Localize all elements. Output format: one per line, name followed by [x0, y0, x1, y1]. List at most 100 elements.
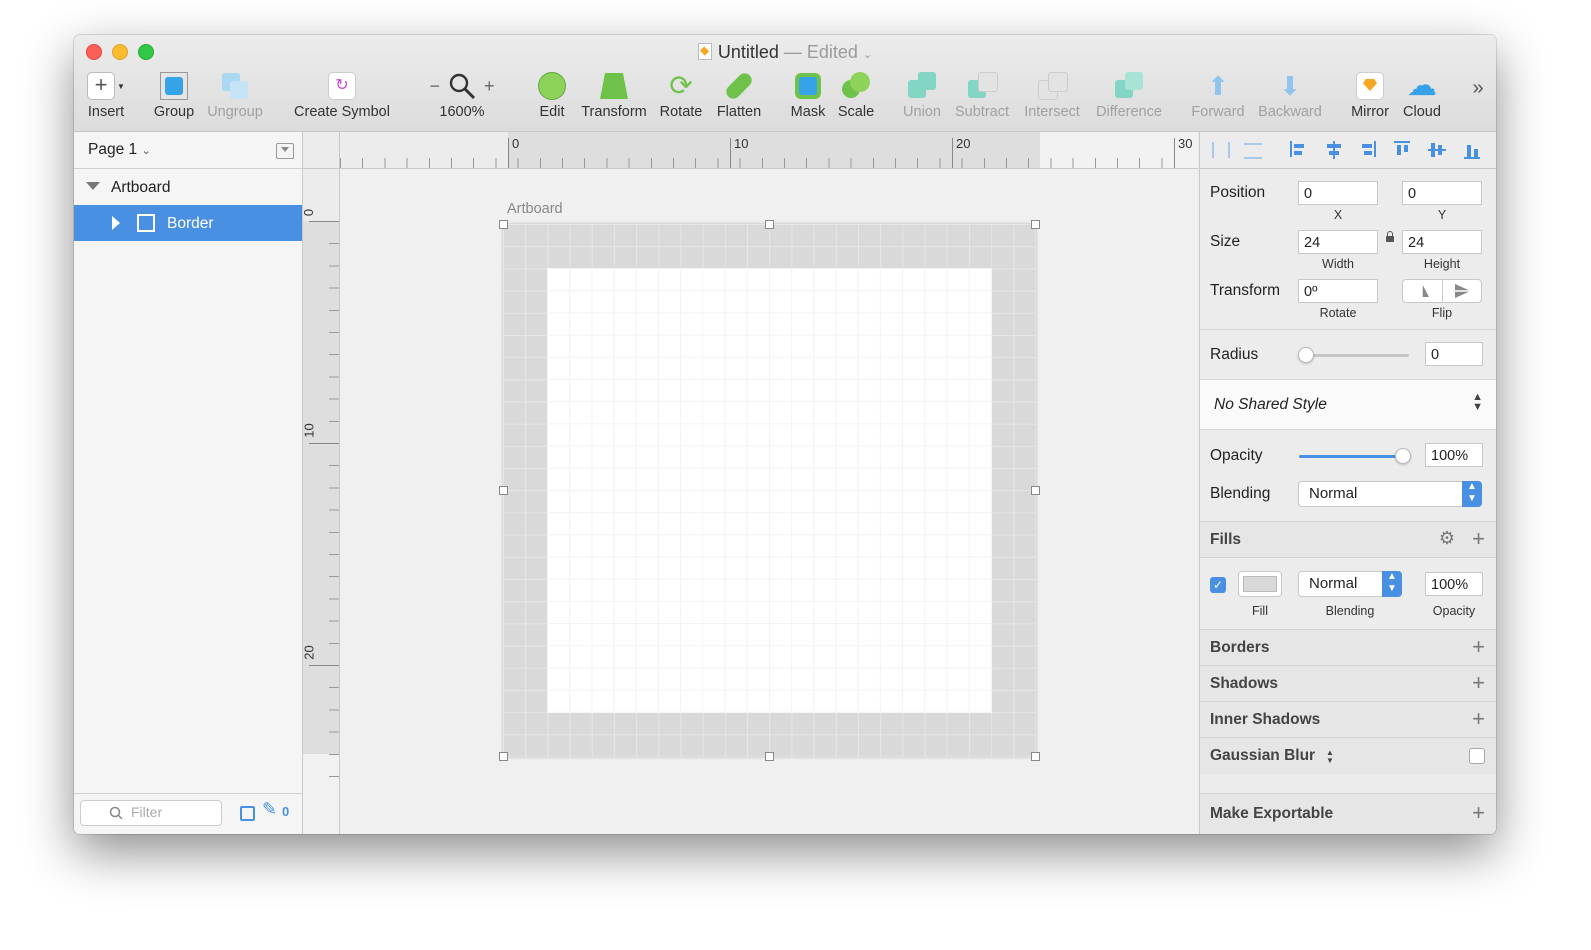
scale-button[interactable]: Scale — [836, 71, 876, 120]
zoom-out-button[interactable]: − — [429, 76, 440, 97]
zoom-in-button[interactable]: + — [484, 76, 495, 97]
position-y-field[interactable]: 0 — [1402, 181, 1482, 205]
resize-handle[interactable] — [1031, 486, 1040, 495]
fill-checkbox[interactable]: ✓ — [1210, 577, 1226, 593]
align-right-icon[interactable] — [1360, 141, 1376, 157]
mirror-button[interactable]: Mirror — [1348, 71, 1392, 120]
up-down-chevron-icon: ▲ ▼ — [1462, 481, 1482, 507]
add-border-button[interactable]: + — [1472, 636, 1485, 658]
toolbar-overflow-button[interactable]: » — [1466, 77, 1490, 100]
flip-vertical-icon[interactable] — [1455, 284, 1469, 298]
blending-value: Normal — [1309, 485, 1358, 502]
flip-horizontal-icon[interactable] — [1415, 285, 1429, 297]
fill-color-swatch[interactable] — [1238, 571, 1282, 597]
forward-label: Forward — [1191, 104, 1245, 120]
ruler-label: 10 — [734, 136, 749, 151]
window-title[interactable]: Untitled — Edited ⌄ — [74, 42, 1496, 63]
brush-filter-icon[interactable]: ✎ — [262, 799, 277, 820]
opacity-slider[interactable] — [1299, 455, 1403, 458]
resize-handle[interactable] — [765, 752, 774, 761]
flatten-button[interactable]: Flatten — [712, 70, 766, 120]
create-symbol-button[interactable]: ↻ Create Symbol — [290, 71, 394, 120]
distribute-vertical-icon[interactable] — [1244, 143, 1262, 159]
edit-button[interactable]: Edit — [532, 71, 572, 120]
resize-handle[interactable] — [499, 752, 508, 761]
shared-style-selector[interactable]: No Shared Style ▲ ▼ — [1200, 379, 1496, 430]
cloud-button[interactable]: ☁ Cloud — [1400, 71, 1444, 121]
resize-handle[interactable] — [1031, 752, 1040, 761]
position-x-field[interactable]: 0 — [1298, 181, 1378, 205]
transform-button[interactable]: Transform — [578, 71, 650, 120]
sketch-mirror-icon — [1356, 72, 1384, 100]
union-button[interactable]: Union — [900, 71, 944, 120]
insert-button[interactable]: + ▼ Insert — [82, 71, 130, 120]
layer-border[interactable]: Border — [74, 205, 302, 241]
canvas[interactable]: Artboard — [340, 169, 1198, 834]
opacity-field[interactable]: 100% — [1425, 443, 1483, 467]
layer-artboard[interactable]: Artboard — [74, 169, 302, 205]
disclosure-triangle-icon[interactable] — [86, 182, 100, 190]
mask-button[interactable]: Mask — [788, 71, 828, 120]
lock-icon[interactable] — [1386, 231, 1394, 242]
flip-caption: Flip — [1431, 306, 1453, 320]
edit-icon — [538, 72, 566, 100]
radius-slider-knob[interactable] — [1298, 347, 1314, 363]
align-bottom-icon[interactable] — [1464, 141, 1480, 159]
ungroup-button[interactable]: Ungroup — [204, 71, 266, 120]
fill-caption: Fill — [1252, 604, 1268, 618]
gaussian-blur-header: Gaussian Blur ▲ ▼ — [1200, 737, 1496, 774]
resize-handle[interactable] — [765, 220, 774, 229]
align-center-horizontal-icon[interactable] — [1325, 141, 1343, 159]
filter-input[interactable]: Filter — [80, 800, 222, 826]
add-inner-shadow-button[interactable]: + — [1472, 708, 1485, 730]
intersect-button[interactable]: Intersect — [1020, 71, 1084, 120]
page-selector[interactable]: Page 1 ⌄ — [74, 132, 302, 169]
distribute-horizontal-icon[interactable] — [1212, 142, 1230, 158]
transform-label: Transform — [581, 104, 647, 120]
width-field[interactable]: 24 — [1298, 230, 1378, 254]
resize-handle[interactable] — [499, 220, 508, 229]
artboard-title[interactable]: Artboard — [507, 201, 563, 217]
opacity-slider-knob[interactable] — [1395, 448, 1411, 464]
forward-button[interactable]: ⬆ Forward — [1188, 71, 1248, 120]
radius-slider[interactable] — [1299, 354, 1409, 357]
fills-header: Fills ⚙ + — [1200, 521, 1496, 558]
add-export-button[interactable]: + — [1472, 802, 1485, 824]
gaussian-blur-label[interactable]: Gaussian Blur — [1210, 747, 1315, 765]
fill-opacity-field[interactable]: 100% — [1425, 572, 1483, 596]
symbols-filter-icon[interactable] — [240, 806, 255, 821]
edited-status: — Edited — [783, 42, 858, 62]
resize-handle[interactable] — [499, 486, 508, 495]
fill-blending-select[interactable]: Normal ▲ ▼ — [1298, 571, 1402, 597]
add-fill-button[interactable]: + — [1472, 528, 1485, 550]
search-icon — [109, 806, 123, 820]
blending-select[interactable]: Normal ▲ ▼ — [1298, 481, 1482, 507]
rotate-field[interactable]: 0º — [1298, 279, 1378, 303]
mask-icon — [795, 73, 821, 99]
align-top-icon[interactable] — [1394, 141, 1410, 159]
up-down-chevron-icon[interactable]: ▲ ▼ — [1326, 749, 1334, 765]
difference-button[interactable]: Difference — [1092, 71, 1166, 120]
artboard[interactable] — [499, 220, 1040, 761]
disclosure-triangle-icon[interactable] — [112, 216, 120, 230]
backward-button[interactable]: ⬇ Backward — [1256, 71, 1324, 120]
radius-field[interactable]: 0 — [1425, 342, 1483, 366]
vertical-ruler[interactable]: 0 10 20 — [301, 169, 340, 834]
subtract-button[interactable]: Subtract — [952, 71, 1012, 120]
zoom-control[interactable]: − + 1600% — [422, 71, 502, 120]
align-center-vertical-icon[interactable] — [1428, 141, 1446, 159]
page-name: Page 1 — [88, 141, 138, 158]
rotate-button[interactable]: ⟳ Rotate — [658, 71, 704, 121]
group-button[interactable]: Group — [150, 71, 198, 120]
align-left-icon[interactable] — [1290, 141, 1306, 157]
pages-toggle-button[interactable] — [276, 143, 294, 159]
gaussian-blur-checkbox[interactable] — [1469, 748, 1485, 764]
ruler-label: 20 — [956, 136, 971, 151]
height-field[interactable]: 24 — [1402, 230, 1482, 254]
intersect-label: Intersect — [1024, 104, 1080, 120]
border-shape[interactable] — [547, 268, 992, 713]
horizontal-ruler[interactable]: 0 10 20 30 — [303, 132, 1198, 169]
gear-icon[interactable]: ⚙ — [1439, 528, 1455, 549]
add-shadow-button[interactable]: + — [1472, 672, 1485, 694]
resize-handle[interactable] — [1031, 220, 1040, 229]
